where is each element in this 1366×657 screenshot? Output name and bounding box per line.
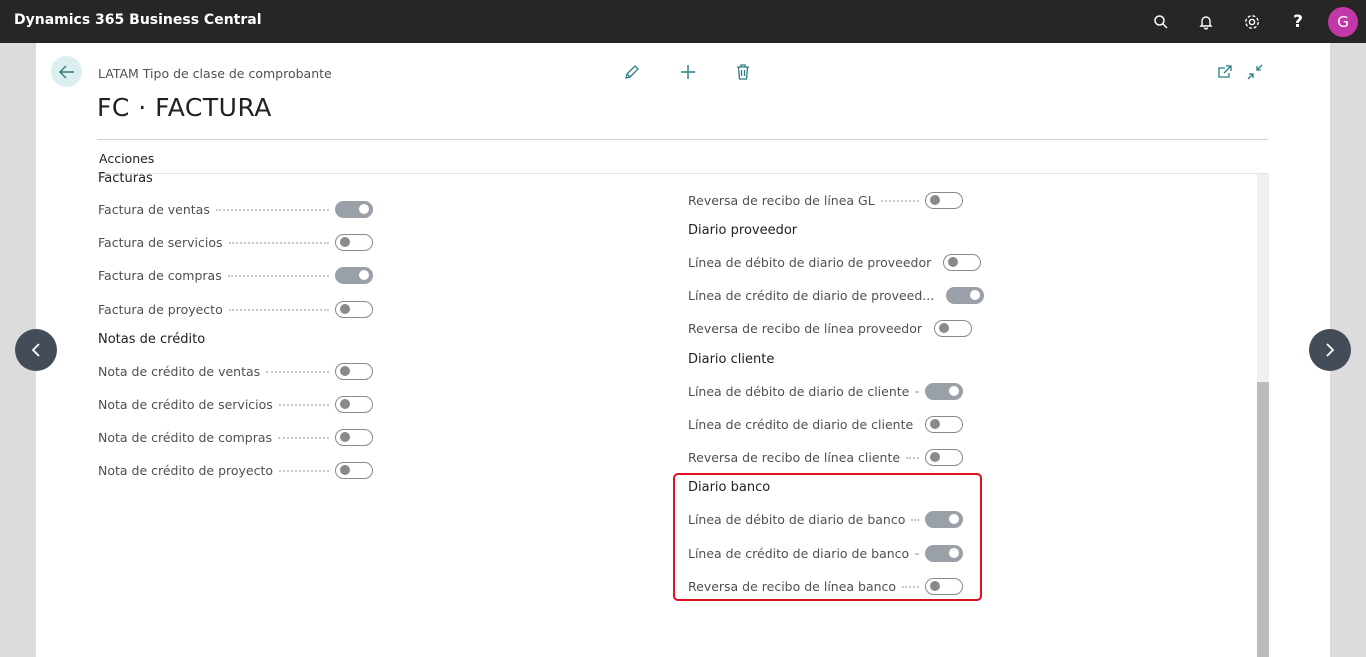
toggle-label: Factura de proyecto [98, 301, 223, 317]
group-title-diario-banco: Diario banco [688, 480, 771, 495]
chevron-left-icon [31, 343, 40, 357]
open-new-window-icon[interactable] [1214, 61, 1236, 83]
toggle-row[interactable]: Reversa de recibo de línea cliente [688, 447, 963, 467]
toggle-row[interactable]: Línea de crédito de diario de cliente [688, 414, 964, 434]
toggle-switch[interactable] [335, 461, 373, 479]
arrow-left-icon [58, 65, 74, 78]
toggle-label: Reversa de recibo de línea GL [688, 192, 875, 208]
group-title-notas-de-credito: Notas de crédito [98, 332, 206, 347]
actions-menu[interactable]: Acciones [99, 151, 154, 166]
toggle-switch[interactable] [925, 382, 963, 400]
toggle-label: Nota de crédito de compras [98, 429, 273, 445]
toggle-label: Línea de crédito de diario de proveed... [688, 287, 935, 303]
top-bar: Dynamics 365 Business Central ? G [0, 0, 1366, 43]
toggle-switch[interactable] [946, 286, 985, 304]
chevron-right-icon [1326, 343, 1335, 357]
toggle-row[interactable]: Reversa de recibo de línea GL [688, 190, 963, 210]
delete-icon[interactable] [732, 61, 754, 83]
toggle-switch[interactable] [335, 428, 373, 446]
previous-record-button[interactable] [15, 329, 57, 371]
toggle-switch[interactable] [335, 395, 373, 413]
toggle-row[interactable]: Nota de crédito de compras [98, 427, 373, 447]
scrollbar-thumb[interactable] [1257, 382, 1269, 657]
toggle-row[interactable]: Reversa de recibo de línea banco [688, 576, 963, 596]
group-title-diario-proveedor: Diario proveedor [688, 223, 798, 238]
toggle-row[interactable]: Línea de débito de diario de proveedor [688, 252, 982, 272]
toggle-label: Factura de compras [98, 267, 222, 283]
toggle-label: Línea de crédito de diario de cliente [688, 416, 914, 432]
group-title-facturas: Facturas [98, 171, 153, 186]
gear-icon[interactable] [1240, 10, 1264, 34]
toggle-switch[interactable] [933, 319, 972, 337]
toggle-row[interactable]: Nota de crédito de servicios [98, 394, 373, 414]
toggle-label: Reversa de recibo de línea cliente [688, 449, 901, 465]
toggle-row[interactable]: Factura de servicios [98, 232, 373, 252]
toggle-row[interactable]: Línea de crédito de diario de proveed... [688, 285, 985, 305]
toggle-row[interactable]: Línea de débito de diario de banco [688, 509, 963, 529]
search-icon[interactable] [1149, 10, 1173, 34]
toggle-switch[interactable] [335, 200, 373, 218]
toggle-row[interactable]: Nota de crédito de ventas [98, 361, 373, 381]
toggle-row[interactable]: Factura de ventas [98, 199, 373, 219]
header-divider [97, 139, 1268, 140]
collapse-icon[interactable] [1244, 61, 1266, 83]
add-icon[interactable] [677, 61, 699, 83]
toggle-row[interactable]: Reversa de recibo de línea proveedor [688, 318, 972, 338]
toggle-switch[interactable] [925, 448, 963, 466]
toggle-label: Nota de crédito de proyecto [98, 462, 274, 478]
edit-icon[interactable] [621, 61, 643, 83]
toggle-switch[interactable] [335, 362, 373, 380]
toggle-switch[interactable] [925, 510, 963, 528]
toggle-label: Línea de crédito de diario de banco [688, 545, 910, 561]
toggle-label: Factura de servicios [98, 234, 223, 250]
toggle-label: Nota de crédito de servicios [98, 396, 273, 412]
toggle-switch[interactable] [925, 544, 963, 562]
toggle-switch[interactable] [925, 577, 963, 595]
toggle-switch[interactable] [925, 415, 964, 433]
toggle-switch[interactable] [335, 266, 373, 284]
toggle-row[interactable]: Factura de proyecto [98, 299, 373, 319]
toggle-row[interactable]: Línea de crédito de diario de banco [688, 543, 963, 563]
toggle-label: Nota de crédito de ventas [98, 363, 261, 379]
toggle-switch[interactable] [335, 300, 373, 318]
page-title: FC · FACTURA [97, 93, 272, 122]
toggle-label: Reversa de recibo de línea proveedor [688, 320, 922, 336]
app-title[interactable]: Dynamics 365 Business Central [14, 12, 262, 28]
toggle-label: Línea de débito de diario de cliente [688, 383, 910, 399]
content-divider [97, 173, 1268, 174]
toggle-row[interactable]: Nota de crédito de proyecto [98, 460, 373, 480]
page-caption: LATAM Tipo de clase de comprobante [98, 66, 332, 81]
back-button[interactable] [51, 56, 82, 87]
toggle-label: Factura de ventas [98, 201, 210, 217]
toggle-switch[interactable] [335, 233, 373, 251]
help-icon[interactable]: ? [1286, 10, 1310, 34]
bell-icon[interactable] [1194, 10, 1218, 34]
toggle-label: Línea de débito de diario de banco [688, 511, 906, 527]
toggle-label: Reversa de recibo de línea banco [688, 578, 897, 594]
toggle-row[interactable]: Línea de débito de diario de cliente [688, 381, 963, 401]
toggle-switch[interactable] [925, 191, 963, 209]
group-title-diario-cliente: Diario cliente [688, 352, 775, 367]
toggle-switch[interactable] [943, 253, 982, 271]
toggle-label: Línea de débito de diario de proveedor [688, 254, 932, 270]
next-record-button[interactable] [1309, 329, 1351, 371]
avatar[interactable]: G [1328, 7, 1358, 37]
toggle-row[interactable]: Factura de compras [98, 265, 373, 285]
